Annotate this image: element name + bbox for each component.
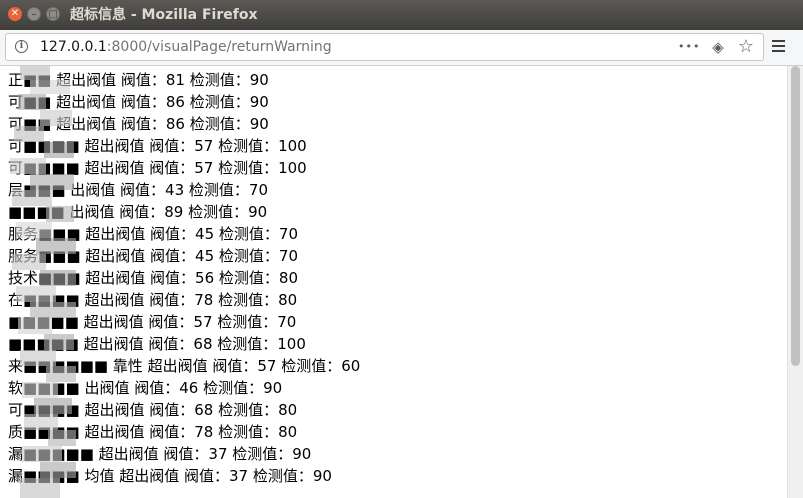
warning-line: 可■■ 超出阀值 阀值：86 检测值：90	[8, 115, 269, 133]
warning-line: ■■■■■ 超出阀值 阀值：57 检测值：70	[8, 313, 297, 331]
warning-line: 漏■■■■ 均值 超出阀值 阀值：37 检测值：90	[8, 467, 332, 485]
url-text[interactable]: 127.0.0.1:8000/visualPage/returnWarning	[40, 34, 332, 60]
warning-line: 可■■ 超出阀值 阀值：86 检测值：90	[8, 93, 269, 111]
warning-line: 可■■■■ 超出阀值 阀值：57 检测值：100	[8, 137, 307, 155]
warning-line: 服务■■■ 超出阀值 阀值：45 检测值：70	[8, 247, 298, 265]
warning-line: ■■■■ 出阀值 阀值：89 检测值：90	[8, 203, 268, 221]
window-minimize-button[interactable]: –	[27, 7, 41, 21]
warning-line: 可■■■■ 超出阀值 阀值：68 检测值：80	[8, 401, 298, 419]
url-path: :8000/visualPage/returnWarning	[106, 39, 332, 55]
scrollbar-thumb[interactable]	[791, 66, 800, 366]
vertical-scrollbar[interactable]	[787, 66, 803, 498]
warning-line: 正■■ 超出阀值 阀值：81 检测值：90	[8, 71, 269, 89]
warning-line: 服务■■■ 超出阀值 阀值：45 检测值：70	[8, 225, 298, 243]
warning-line: 来■■■■■■ 靠性 超出阀值 阀值：57 检测值：60	[8, 357, 361, 375]
info-icon[interactable]: i	[15, 40, 28, 53]
page-actions-icon[interactable]: •••	[678, 38, 699, 56]
window-close-button[interactable]: ✕	[8, 7, 22, 21]
page-content: 正■■ 超出阀值 阀值：81 检测值：90 可■■ 超出阀值 阀值：86 检测值…	[0, 66, 787, 498]
warning-line: 漏■■■■■ 超出阀值 阀值：37 检测值：90	[8, 445, 312, 463]
warning-line: 在■■■■ 超出阀值 阀值：78 检测值：80	[8, 291, 298, 309]
warning-line: 软■■■■ 出阀值 阀值：46 检测值：90	[8, 379, 283, 397]
navigation-toolbar: i 127.0.0.1:8000/visualPage/returnWarnin…	[0, 30, 803, 66]
warning-line: ■■■■■ 超出阀值 阀值：68 检测值：100	[8, 335, 306, 353]
url-host: 127.0.0.1	[40, 39, 107, 55]
warning-line: 层■■■ 出阀值 阀值：43 检测值：70	[8, 181, 268, 199]
window-title: 超标信息 - Mozilla Firefox	[70, 7, 258, 23]
warning-line: 可■■■■ 超出阀值 阀值：57 检测值：100	[8, 159, 307, 177]
warning-list: 正■■ 超出阀值 阀值：81 检测值：90 可■■ 超出阀值 阀值：86 检测值…	[8, 69, 360, 487]
warning-line: 技术■■■ 超出阀值 阀值：56 检测值：80	[8, 269, 298, 287]
pocket-icon[interactable]: ◈	[708, 38, 728, 56]
window-maximize-button[interactable]: □	[46, 7, 60, 21]
window-titlebar: ✕ – □ 超标信息 - Mozilla Firefox	[0, 0, 803, 30]
url-bar[interactable]: i 127.0.0.1:8000/visualPage/returnWarnin…	[5, 33, 764, 61]
hamburger-menu-icon[interactable]	[772, 38, 786, 58]
warning-line: 质■■■■ 超出阀值 阀值：78 检测值：80	[8, 423, 298, 441]
bookmark-star-icon[interactable]: ☆	[736, 38, 756, 56]
